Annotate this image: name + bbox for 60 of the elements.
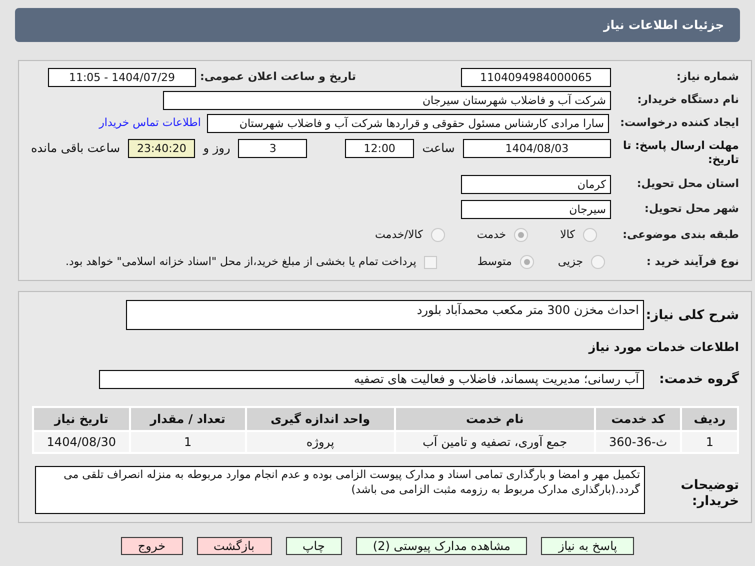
text-field[interactable]: سیرجان xyxy=(461,200,611,218)
action-button[interactable]: پاسخ به نیاز xyxy=(541,536,634,554)
page-header: جزئیات اطلاعات نیاز xyxy=(15,8,740,42)
column-header: تاریخ نیاز xyxy=(34,408,129,430)
radio-label: جزیی xyxy=(558,254,583,270)
field-label: گروه خدمت: xyxy=(658,370,739,389)
field-label: شرح کلی نیاز: xyxy=(644,307,739,325)
field-label: استان محل تحویل: xyxy=(636,176,739,192)
table-cell: پروژه xyxy=(246,432,394,452)
action-button[interactable]: خروج xyxy=(120,536,182,554)
radio-label: خدمت xyxy=(476,226,506,243)
text-field[interactable]: 1404/08/03 xyxy=(462,139,611,158)
text-field[interactable]: شرکت آب و فاضلاب شهرستان سیرجان xyxy=(163,90,611,110)
checkbox-label: پرداخت تمام یا بخشی از مبلغ خرید،از محل "اسناد خزانه اسلامی" خواهد بود. xyxy=(66,254,416,270)
action-button[interactable]: بازگشت xyxy=(196,536,272,554)
column-header: ردیف xyxy=(682,408,737,430)
buyer-contact-link[interactable]: اطلاعات تماس خریدار xyxy=(99,114,201,132)
column-header: نام خدمت xyxy=(396,408,594,430)
table-cell: 1 xyxy=(130,432,245,452)
text-field[interactable]: کرمان xyxy=(461,174,611,194)
field-label: توضیحات خریدار: xyxy=(680,476,739,510)
radio-button[interactable] xyxy=(514,228,528,242)
description-textarea[interactable]: احداث مخزن 300 متر مکعب محمدآباد بلورد xyxy=(126,300,644,330)
field-label: مهلت ارسال پاسخ: تا تاریخ: xyxy=(622,139,739,167)
radio-label: کالا xyxy=(560,226,575,243)
field-label: ساعت باقی مانده xyxy=(31,140,120,157)
field-label: روز و xyxy=(203,140,230,157)
field-label: شماره نیاز: xyxy=(676,68,739,85)
text-field[interactable]: 1404/07/29 - 11:05 xyxy=(48,68,196,86)
radio-label: کالا/خدمت xyxy=(375,226,423,243)
radio-button[interactable] xyxy=(430,228,445,242)
table-cell: ث-36-360 xyxy=(596,432,680,452)
radio-button[interactable] xyxy=(591,255,605,269)
column-header: تعداد / مقدار xyxy=(130,408,245,430)
table-cell: 1404/08/30 xyxy=(34,432,129,452)
table-cell: جمع آوری، تصفیه و تامین آب xyxy=(396,432,594,452)
action-button[interactable]: مشاهده مدارک پیوستی (2) xyxy=(356,536,528,554)
field-label: تاریخ و ساعت اعلان عمومی: xyxy=(198,68,356,85)
section-heading: اطلاعات خدمات مورد نیاز xyxy=(587,339,739,356)
text-field[interactable]: سارا مرادی کارشناس مسئول حقوقی و قراردها شرکت آب و فاضلاب شهرستان xyxy=(207,114,609,132)
text-field[interactable]: 12:00 xyxy=(344,139,414,158)
buyer-notes-textarea[interactable]: تکمیل مهر و امضا و بارگذاری تمامی اسناد و مدارک پیوست الزامی بوده و عدم انجام موارد مربوطه به منزله انصراف تلقی می گردد.(بارگذاری مدارک مربوط به رزومه مثبت الزامی می باشد) xyxy=(35,466,645,514)
column-header: کد خدمت xyxy=(596,408,680,430)
field-label: ساعت xyxy=(422,140,455,157)
action-button[interactable]: چاپ xyxy=(286,536,342,554)
field-label: طبقه بندی موضوعی: xyxy=(622,226,739,243)
text-field[interactable]: 3 xyxy=(238,139,308,158)
radio-button[interactable] xyxy=(583,228,597,242)
table-cell: 1 xyxy=(682,432,737,452)
field-label: نام دستگاه خریدار: xyxy=(636,92,739,108)
checkbox[interactable] xyxy=(424,256,438,268)
service-group-field[interactable]: آب رسانی؛ مدیریت پسماند، فاضلاب و فعالیت های تصفیه xyxy=(99,370,644,390)
radio-button[interactable] xyxy=(520,255,534,269)
radio-label: متوسط xyxy=(477,254,512,270)
text-field[interactable]: 1104094984000065 xyxy=(461,68,611,86)
field-label: شهر محل تحویل: xyxy=(644,200,739,217)
field-label: ایجاد کننده درخواست: xyxy=(619,114,739,131)
column-header: واحد اندازه گیری xyxy=(246,408,394,430)
text-field[interactable]: 23:40:20 xyxy=(128,139,196,158)
field-label: نوع فرآیند خرید : xyxy=(646,254,739,270)
